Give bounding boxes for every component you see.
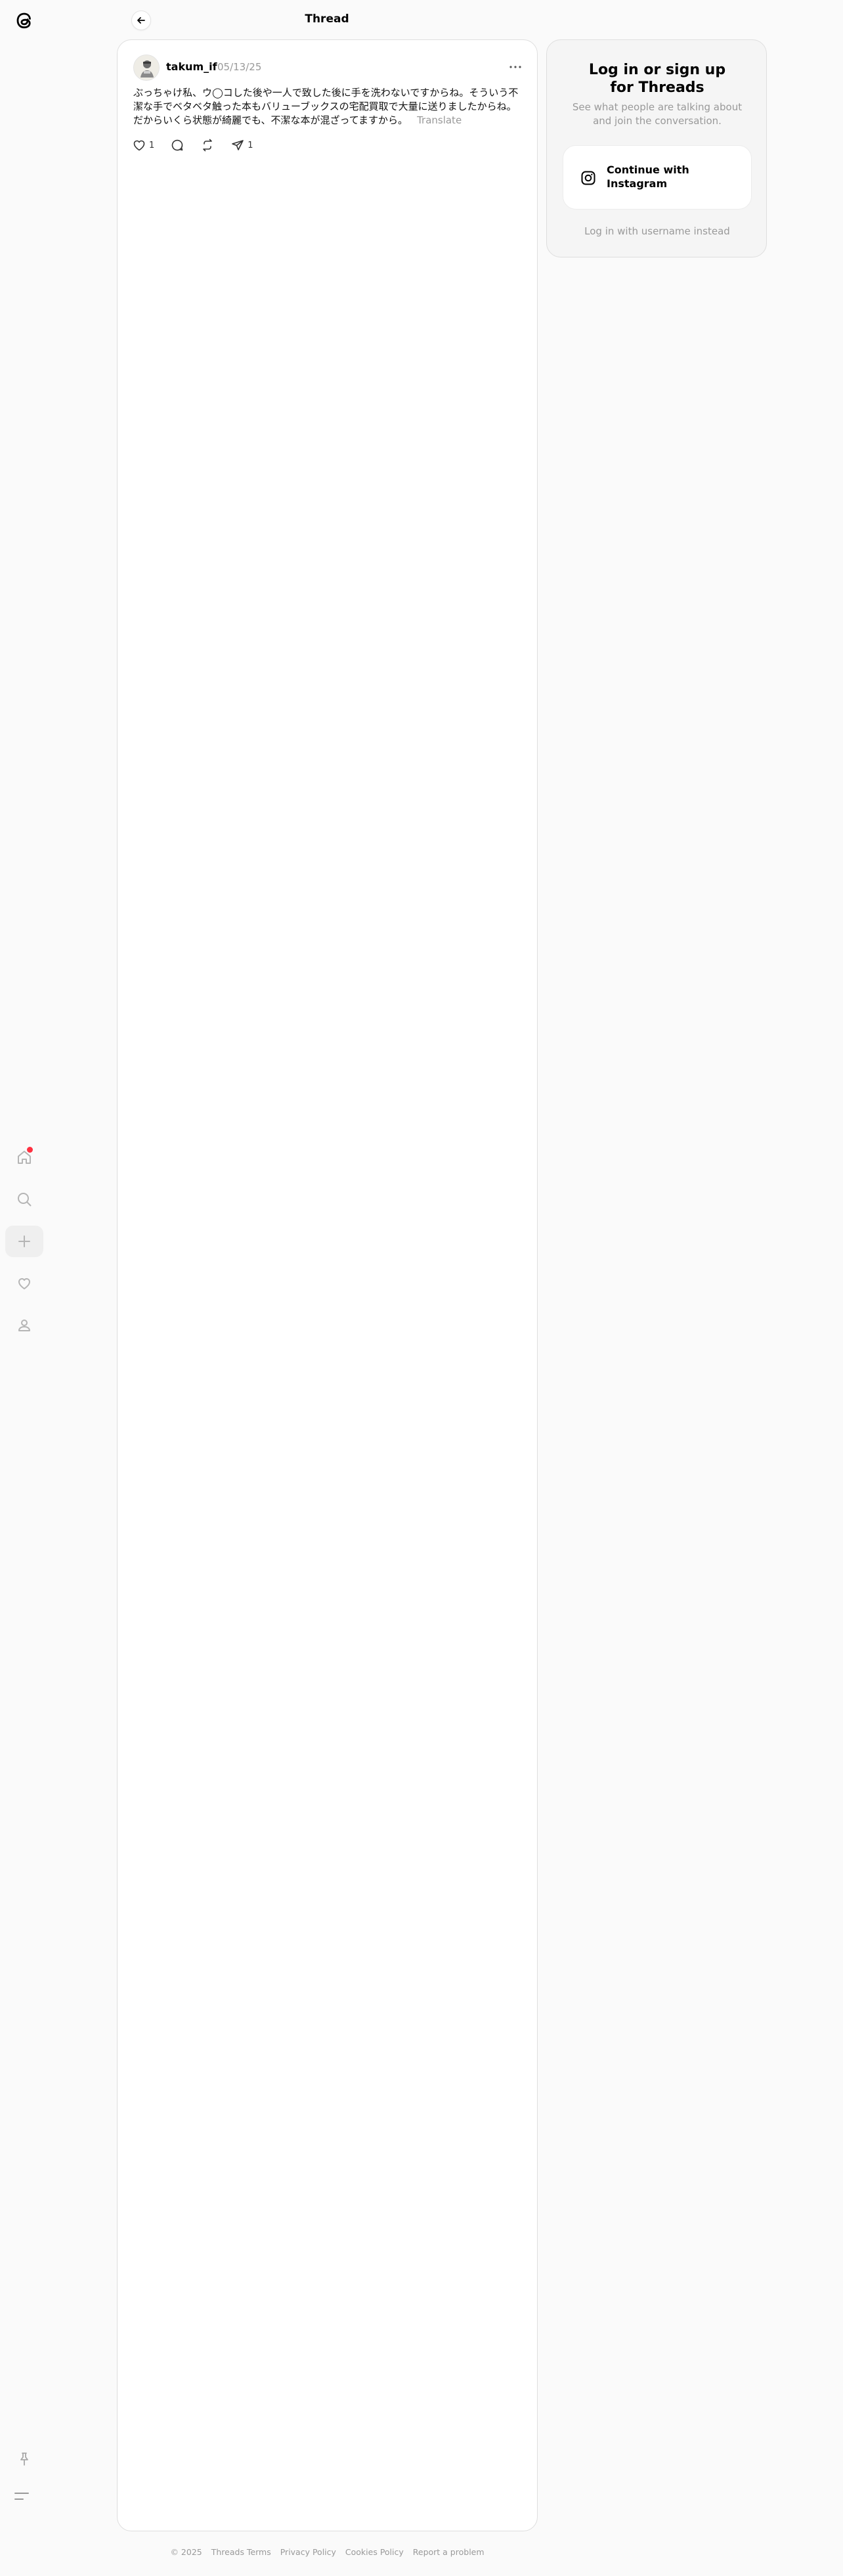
reply-button[interactable] (170, 137, 184, 153)
footer-link-terms[interactable]: Threads Terms (211, 2547, 271, 2557)
login-card: Log in or sign up for Threads See what p… (546, 39, 767, 257)
more-icon (509, 66, 521, 68)
share-count: 1 (248, 140, 253, 150)
post-body: ぶっちゃけ私、ウ◯コした後や一人で致した後に手を洗わないですからね。そういう不潔… (133, 86, 525, 127)
footer-link-report[interactable]: Report a problem (413, 2547, 485, 2557)
menu-icon (14, 2492, 29, 2494)
like-count: 1 (149, 140, 155, 150)
page-title: Thread (305, 12, 349, 26)
send-icon (232, 140, 244, 150)
menu-button[interactable] (14, 2488, 34, 2504)
thread-card: takum_if 05/13/25 ぶっちゃけ私、ウ◯コした後や一人で致した後に… (117, 39, 538, 2531)
plus-icon (18, 1235, 30, 1247)
continue-with-instagram-button[interactable]: Continue with Instagram (563, 145, 752, 210)
person-icon (18, 1320, 30, 1331)
more-options-button[interactable] (507, 58, 524, 76)
instagram-icon (581, 171, 595, 185)
avatar-image (134, 55, 159, 80)
share-button[interactable]: 1 (230, 137, 253, 153)
footer-link-privacy[interactable]: Privacy Policy (280, 2547, 336, 2557)
post-username[interactable]: takum_if (166, 60, 217, 74)
search-icon (18, 1193, 32, 1207)
post-timestamp[interactable]: 05/13/25 (217, 60, 261, 74)
nav-search[interactable] (5, 1184, 43, 1215)
repost-button[interactable] (200, 137, 215, 153)
pin-button[interactable] (14, 2449, 34, 2469)
notification-dot (27, 1147, 33, 1153)
translate-link[interactable]: Translate (417, 114, 462, 126)
login-title: Log in or sign up for Threads (588, 62, 726, 96)
repost-icon (203, 139, 213, 152)
avatar[interactable] (133, 55, 160, 81)
nav-profile[interactable] (5, 1310, 43, 1341)
footer-copyright: © 2025 (170, 2547, 202, 2557)
like-button[interactable]: 1 (132, 137, 154, 153)
pin-icon (20, 2453, 28, 2466)
nav-activity[interactable] (5, 1268, 43, 1299)
heart-icon (18, 1278, 30, 1289)
login-subtitle: See what people are talking about and jo… (572, 101, 743, 127)
footer-link-cookies[interactable]: Cookies Policy (345, 2547, 404, 2557)
nav-create[interactable] (5, 1226, 43, 1257)
footer: © 2025 Threads Terms Privacy Policy Cook… (117, 2547, 538, 2557)
nav-home[interactable] (5, 1142, 43, 1173)
instagram-button-label: Continue with Instagram (607, 164, 689, 190)
comment-icon (172, 139, 183, 151)
post-actions: 1 1 (132, 137, 269, 153)
threads-logo-icon[interactable] (12, 8, 37, 33)
username-login-link[interactable]: Log in with username instead (547, 225, 767, 237)
heart-icon (133, 140, 145, 151)
menu-icon-line (14, 2498, 24, 2500)
